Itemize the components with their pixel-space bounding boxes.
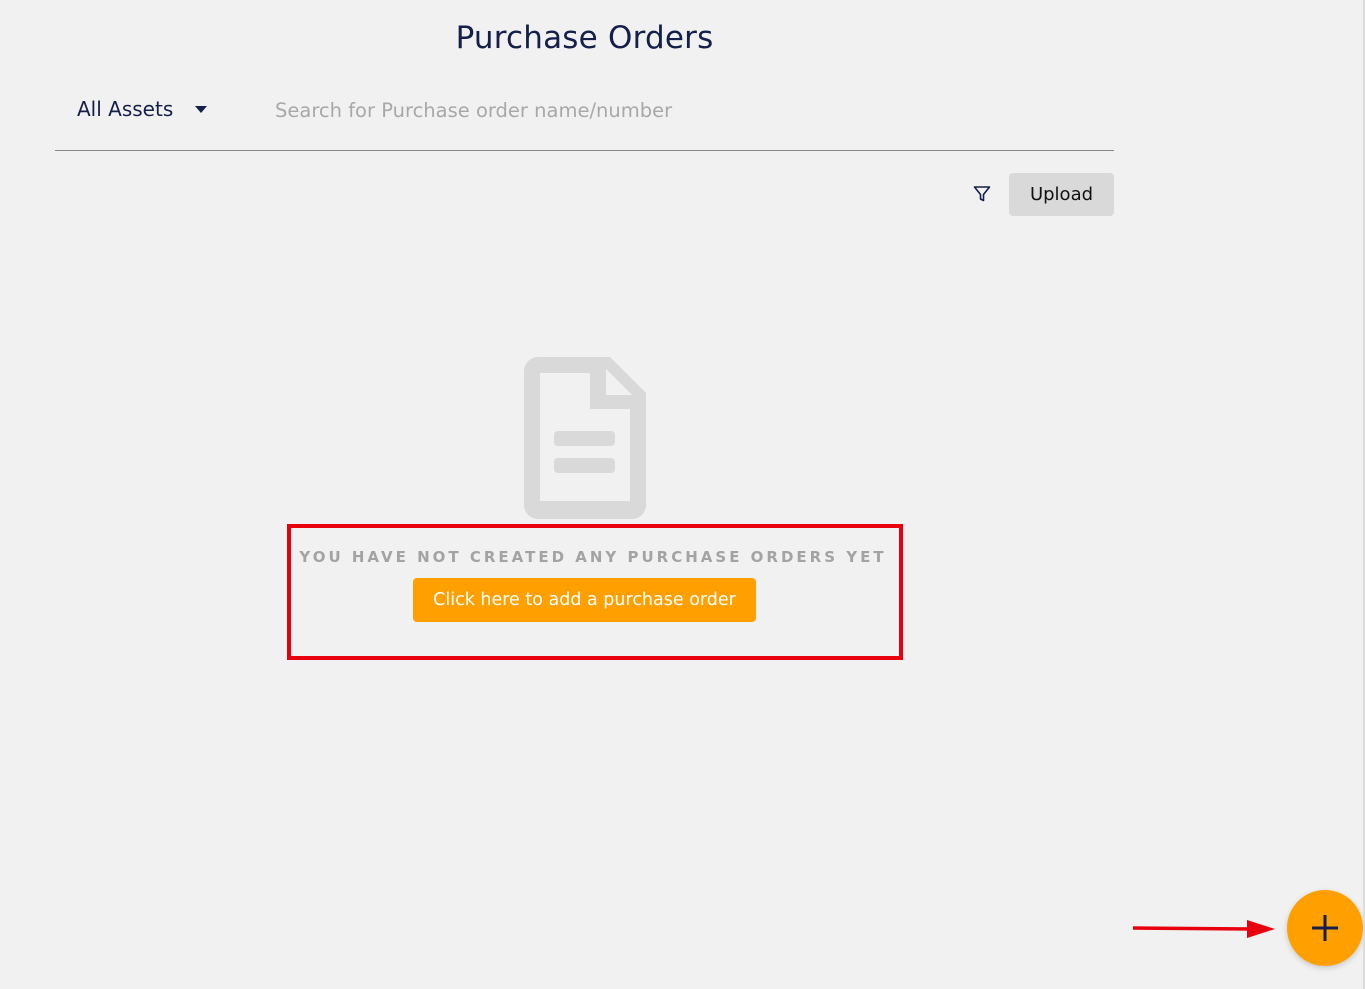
- upload-button[interactable]: Upload: [1009, 173, 1114, 216]
- search-toolbar: All Assets: [55, 86, 1114, 151]
- annotation-arrow-icon: [1133, 920, 1275, 938]
- filter-icon[interactable]: [972, 184, 992, 204]
- plus-icon: [1312, 915, 1338, 941]
- caret-down-icon: [195, 105, 208, 113]
- document-icon: [524, 357, 646, 519]
- asset-filter-label: All Assets: [77, 97, 174, 121]
- asset-filter-dropdown[interactable]: All Assets: [77, 94, 208, 124]
- add-purchase-order-button[interactable]: Click here to add a purchase order: [413, 578, 756, 622]
- empty-state-message: YOU HAVE NOT CREATED ANY PURCHASE ORDERS…: [299, 548, 887, 566]
- purchase-orders-page: Purchase Orders All Assets Upload YOU HA…: [0, 0, 1365, 989]
- search-input[interactable]: [269, 90, 881, 130]
- fab-add-button[interactable]: [1287, 890, 1363, 966]
- page-title: Purchase Orders: [455, 20, 714, 56]
